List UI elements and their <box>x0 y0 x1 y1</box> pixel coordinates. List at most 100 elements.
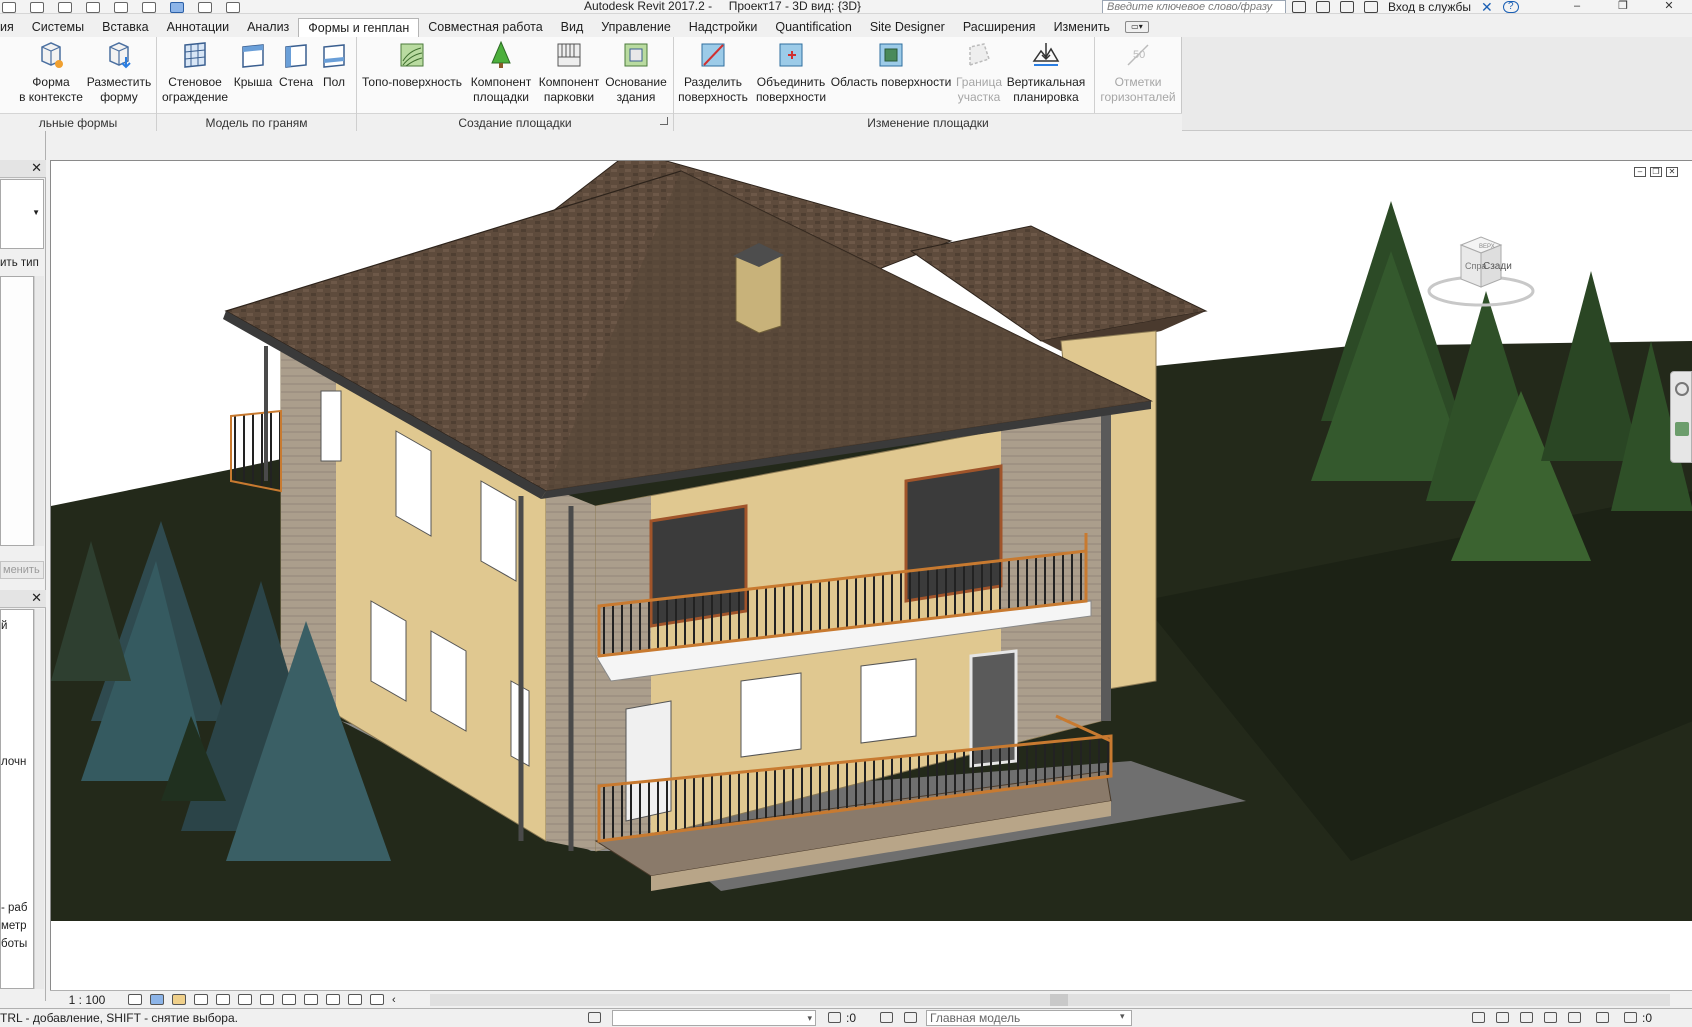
binoculars-icon[interactable] <box>1292 1 1306 13</box>
building-pad-button[interactable]: Основание здания <box>603 39 669 105</box>
qat-thin-lines-icon[interactable] <box>170 1 184 13</box>
apply-button[interactable]: менить <box>0 561 44 579</box>
editable-only-icon[interactable] <box>828 1012 841 1023</box>
tab-manage[interactable]: Управление <box>592 18 680 37</box>
temp-hide-icon[interactable] <box>304 994 318 1005</box>
zoom-icon[interactable] <box>1675 422 1689 436</box>
select-by-face-icon[interactable] <box>1544 1012 1557 1023</box>
properties-scrollbar[interactable] <box>34 276 44 546</box>
signin-button[interactable]: Вход в службы <box>1388 0 1471 13</box>
panel-launcher-icon[interactable] <box>660 117 668 125</box>
select-links-icon[interactable] <box>1472 1012 1485 1023</box>
floor-by-face-button[interactable]: Пол <box>318 39 350 90</box>
curtain-system-button[interactable]: Стеновое ограждение <box>160 39 230 105</box>
steering-wheel-icon[interactable] <box>1675 382 1689 396</box>
worksets-icon[interactable] <box>588 1012 601 1023</box>
reveal-hidden-icon[interactable] <box>326 994 340 1005</box>
close-window-button[interactable]: ✕ <box>1646 0 1692 13</box>
roof-by-face-button[interactable]: Крыша <box>232 39 274 90</box>
viewcube-top-face[interactable]: ВЕРХ <box>1479 244 1495 250</box>
scrollbar-thumb[interactable] <box>1050 994 1068 1006</box>
browser-node[interactable]: лочн <box>1 756 26 768</box>
qat-switch-windows-icon[interactable] <box>226 1 240 13</box>
qat-dimension-icon[interactable] <box>58 1 72 13</box>
type-selector[interactable]: ▼ <box>0 179 44 249</box>
tab-modify[interactable]: Изменить <box>1045 18 1119 37</box>
qat-section-icon[interactable] <box>142 1 156 13</box>
tab-systems[interactable]: Системы <box>23 18 93 37</box>
workset-select[interactable]: ▾ <box>612 1010 816 1026</box>
tab-quantification[interactable]: Quantification <box>766 18 860 37</box>
detail-level-icon[interactable] <box>128 994 142 1005</box>
help-icon[interactable]: ? <box>1502 1 1519 13</box>
place-mass-button[interactable]: Разместить форму <box>86 39 152 105</box>
qat-measure-icon[interactable] <box>30 1 44 13</box>
browser-node[interactable]: й <box>1 620 7 632</box>
subregion-button[interactable]: Область поверхности <box>830 39 952 90</box>
project-browser-tree[interactable]: й лочн - раб метр боты <box>0 609 34 989</box>
star-icon[interactable] <box>1340 1 1354 13</box>
analytical-model-icon[interactable] <box>370 994 384 1005</box>
3d-viewport[interactable]: ВЕРХ Спра Сзади – ❐ ✕ <box>50 160 1692 990</box>
shadows-icon[interactable] <box>194 994 208 1005</box>
site-component-button[interactable]: Компонент площадки <box>467 39 535 105</box>
search-input[interactable]: Введите ключевое слово/фразу <box>1102 0 1286 13</box>
background-process-icon[interactable] <box>1596 1012 1609 1023</box>
exclude-options-icon[interactable] <box>904 1012 917 1023</box>
sun-path-icon[interactable] <box>172 994 186 1005</box>
view-restore-button[interactable]: ❐ <box>1650 167 1662 177</box>
horizontal-scrollbar[interactable] <box>430 994 1670 1006</box>
select-pinned-icon[interactable] <box>1520 1012 1533 1023</box>
show-crop-icon[interactable] <box>260 994 274 1005</box>
close-icon[interactable]: ✕ <box>31 591 42 605</box>
qat-3d-view-icon[interactable] <box>114 1 128 13</box>
inplace-mass-button[interactable]: Форма в контексте <box>16 39 86 105</box>
minimize-button[interactable]: – <box>1554 0 1600 13</box>
viewcube-back-face[interactable]: Сзади <box>1483 261 1512 272</box>
tab-analyze[interactable]: Анализ <box>238 18 298 37</box>
tab-collaborate[interactable]: Совместная работа <box>419 18 551 37</box>
subscription-icon[interactable] <box>1316 1 1330 13</box>
toposurface-button[interactable]: Топо-поверхность <box>360 39 464 90</box>
tab-extensions[interactable]: Расширения <box>954 18 1045 37</box>
browser-node[interactable]: - раб <box>1 902 27 914</box>
lock-view-icon[interactable] <box>282 994 296 1005</box>
qat-close-hidden-icon[interactable] <box>198 1 212 13</box>
qat-text-icon[interactable] <box>86 1 100 13</box>
tab-addins[interactable]: Надстройки <box>680 18 767 37</box>
browser-scrollbar[interactable] <box>34 609 44 989</box>
graded-region-button[interactable]: Вертикальная планировка <box>1006 39 1086 105</box>
tab-architecture[interactable]: ия <box>0 18 23 37</box>
crop-view-icon[interactable] <box>238 994 252 1005</box>
select-underlay-icon[interactable] <box>1496 1012 1509 1023</box>
tab-insert[interactable]: Вставка <box>93 18 157 37</box>
browser-node[interactable]: метр <box>1 920 27 932</box>
ribbon-minimize-dropdown[interactable]: ▭▾ <box>1124 21 1149 33</box>
parking-component-button[interactable]: Компонент парковки <box>536 39 602 105</box>
edit-type-label[interactable]: ить тип <box>0 257 39 269</box>
tab-annotate[interactable]: Аннотации <box>158 18 238 37</box>
properties-grid[interactable] <box>0 276 34 546</box>
drag-elements-icon[interactable] <box>1568 1012 1581 1023</box>
tab-view[interactable]: Вид <box>552 18 593 37</box>
tab-massing-site[interactable]: Формы и генплан <box>298 18 420 37</box>
property-line-button[interactable]: Граница участка <box>952 39 1006 105</box>
chevron-left-icon[interactable]: ‹ <box>392 994 396 1006</box>
design-options-icon[interactable] <box>880 1012 893 1023</box>
tab-site-designer[interactable]: Site Designer <box>861 18 954 37</box>
visual-style-icon[interactable] <box>150 994 164 1005</box>
qat-sync-icon[interactable] <box>2 1 16 13</box>
filter-icon[interactable] <box>1624 1012 1637 1023</box>
split-surface-button[interactable]: Разделить поверхность <box>676 39 750 105</box>
render-icon[interactable] <box>216 994 230 1005</box>
restore-button[interactable]: ❐ <box>1600 0 1646 13</box>
browser-node[interactable]: боты <box>1 938 27 950</box>
viewcube[interactable]: ВЕРХ Спра Сзади <box>1421 231 1541 311</box>
design-option-select[interactable]: Главная модель <box>926 1010 1132 1026</box>
view-close-button[interactable]: ✕ <box>1666 167 1678 177</box>
navigation-bar[interactable] <box>1670 371 1692 463</box>
view-minimize-button[interactable]: – <box>1634 167 1646 177</box>
view-scale[interactable]: 1 : 100 <box>50 993 124 1007</box>
worksharing-display-icon[interactable] <box>348 994 362 1005</box>
wall-by-face-button[interactable]: Стена <box>275 39 317 90</box>
